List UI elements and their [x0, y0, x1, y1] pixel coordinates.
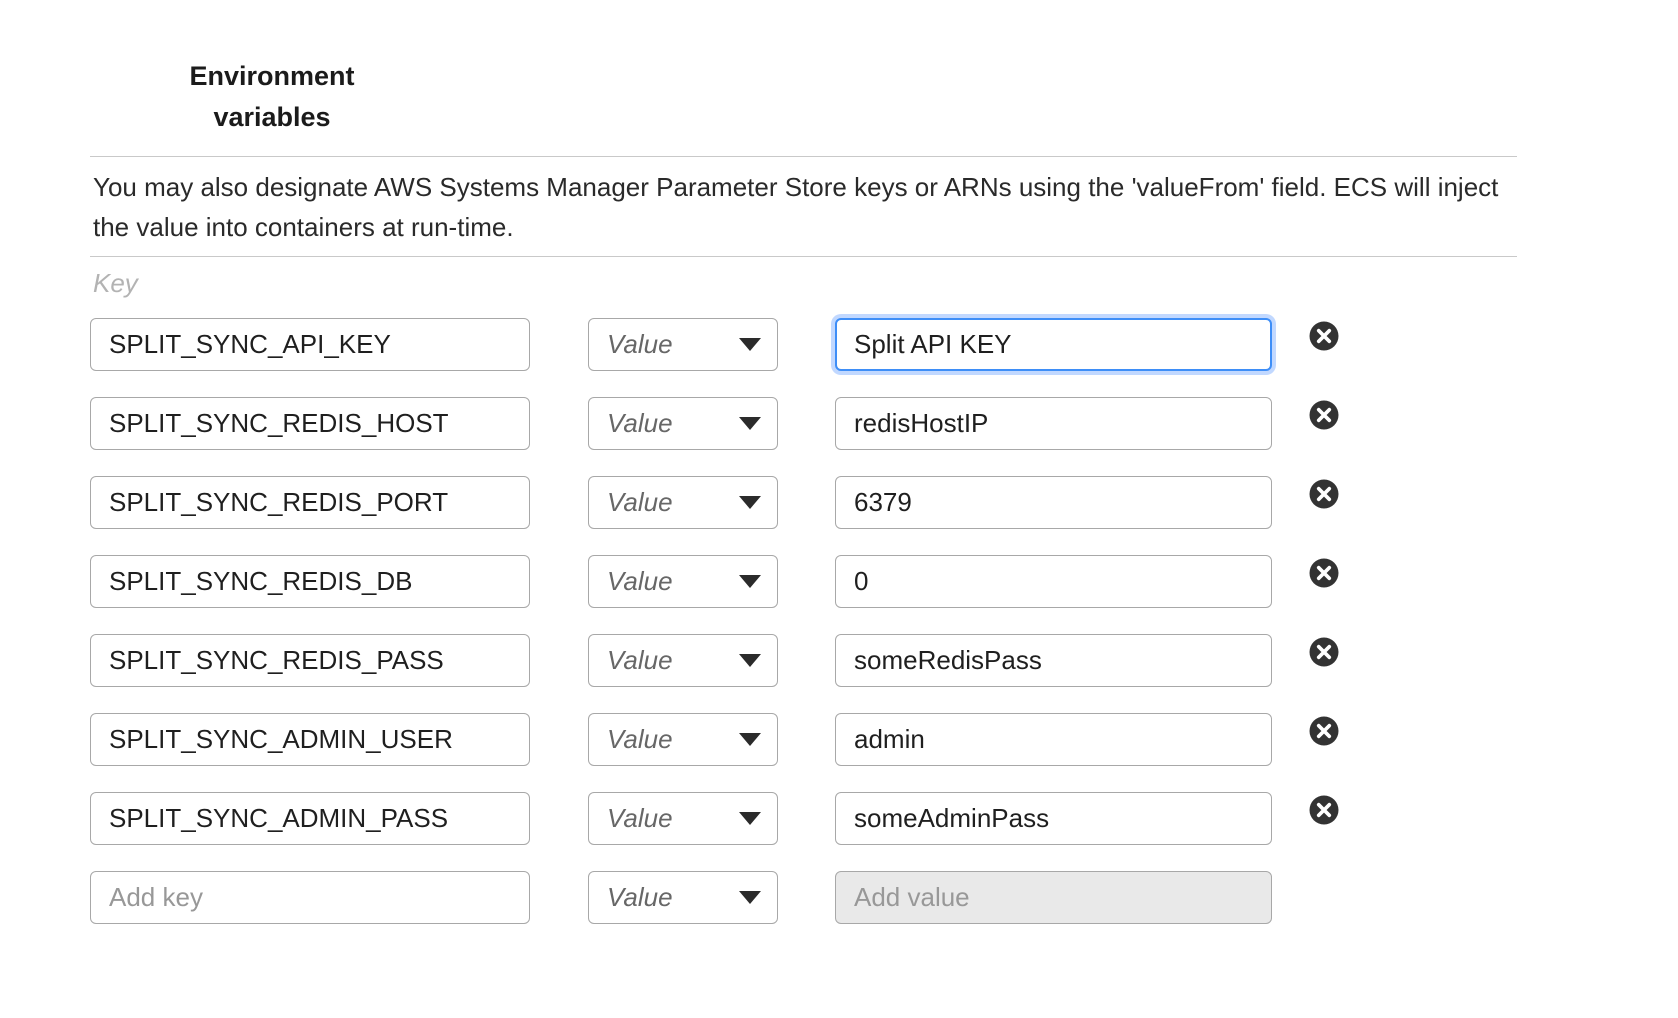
chevron-down-icon	[739, 417, 761, 430]
add-key-input[interactable]	[90, 871, 530, 924]
value-type-label: Value	[607, 724, 673, 755]
env-key-input[interactable]	[90, 318, 530, 371]
chevron-down-icon	[739, 496, 761, 509]
remove-row-button[interactable]	[1308, 715, 1340, 747]
x-circle-icon	[1308, 478, 1340, 510]
remove-row-button[interactable]	[1308, 478, 1340, 510]
key-column-header: Key	[93, 268, 138, 299]
env-value-input[interactable]	[835, 555, 1272, 608]
env-var-row: Value	[90, 555, 1340, 608]
remove-row-button[interactable]	[1308, 399, 1340, 431]
env-value-input[interactable]	[835, 476, 1272, 529]
env-value-input[interactable]	[835, 792, 1272, 845]
env-key-input[interactable]	[90, 397, 530, 450]
x-circle-icon	[1308, 320, 1340, 352]
x-circle-icon	[1308, 557, 1340, 589]
remove-row-button[interactable]	[1308, 557, 1340, 589]
chevron-down-icon	[739, 891, 761, 904]
section-title: Environment variables	[172, 56, 372, 138]
value-type-dropdown[interactable]: Value	[588, 792, 778, 845]
env-key-input[interactable]	[90, 713, 530, 766]
value-type-dropdown[interactable]: Value	[588, 476, 778, 529]
value-type-dropdown[interactable]: Value	[588, 634, 778, 687]
env-key-input[interactable]	[90, 555, 530, 608]
env-var-row: Value	[90, 634, 1340, 687]
x-circle-icon	[1308, 636, 1340, 668]
env-var-row: Value	[90, 713, 1340, 766]
chevron-down-icon	[739, 575, 761, 588]
divider-top	[90, 156, 1517, 157]
env-var-row: Value	[90, 476, 1340, 529]
env-var-row: Value	[90, 792, 1340, 845]
add-env-var-row: Value	[90, 871, 1340, 924]
chevron-down-icon	[739, 654, 761, 667]
value-type-dropdown[interactable]: Value	[588, 318, 778, 371]
env-value-input[interactable]	[835, 397, 1272, 450]
chevron-down-icon	[739, 812, 761, 825]
help-text: You may also designate AWS Systems Manag…	[93, 167, 1523, 247]
remove-row-button[interactable]	[1308, 794, 1340, 826]
x-circle-icon	[1308, 715, 1340, 747]
value-type-dropdown[interactable]: Value	[588, 555, 778, 608]
env-value-input[interactable]	[835, 634, 1272, 687]
env-value-input[interactable]	[835, 318, 1272, 371]
x-circle-icon	[1308, 399, 1340, 431]
env-var-rows: Value Value Value	[90, 318, 1340, 950]
chevron-down-icon	[739, 733, 761, 746]
value-type-dropdown[interactable]: Value	[588, 871, 778, 924]
env-var-row: Value	[90, 318, 1340, 371]
value-type-label: Value	[607, 803, 673, 834]
chevron-down-icon	[739, 338, 761, 351]
env-key-input[interactable]	[90, 792, 530, 845]
env-var-row: Value	[90, 397, 1340, 450]
env-variables-section: Environment variables You may also desig…	[0, 0, 1678, 1018]
divider-bottom	[90, 256, 1517, 257]
value-type-label: Value	[607, 645, 673, 676]
env-value-input[interactable]	[835, 713, 1272, 766]
x-circle-icon	[1308, 794, 1340, 826]
remove-row-button[interactable]	[1308, 320, 1340, 352]
env-key-input[interactable]	[90, 476, 530, 529]
add-value-input[interactable]	[835, 871, 1272, 924]
value-type-dropdown[interactable]: Value	[588, 397, 778, 450]
env-key-input[interactable]	[90, 634, 530, 687]
value-type-label: Value	[607, 487, 673, 518]
value-type-label: Value	[607, 882, 673, 913]
value-type-dropdown[interactable]: Value	[588, 713, 778, 766]
value-type-label: Value	[607, 566, 673, 597]
value-type-label: Value	[607, 408, 673, 439]
value-type-label: Value	[607, 329, 673, 360]
remove-row-button[interactable]	[1308, 636, 1340, 668]
